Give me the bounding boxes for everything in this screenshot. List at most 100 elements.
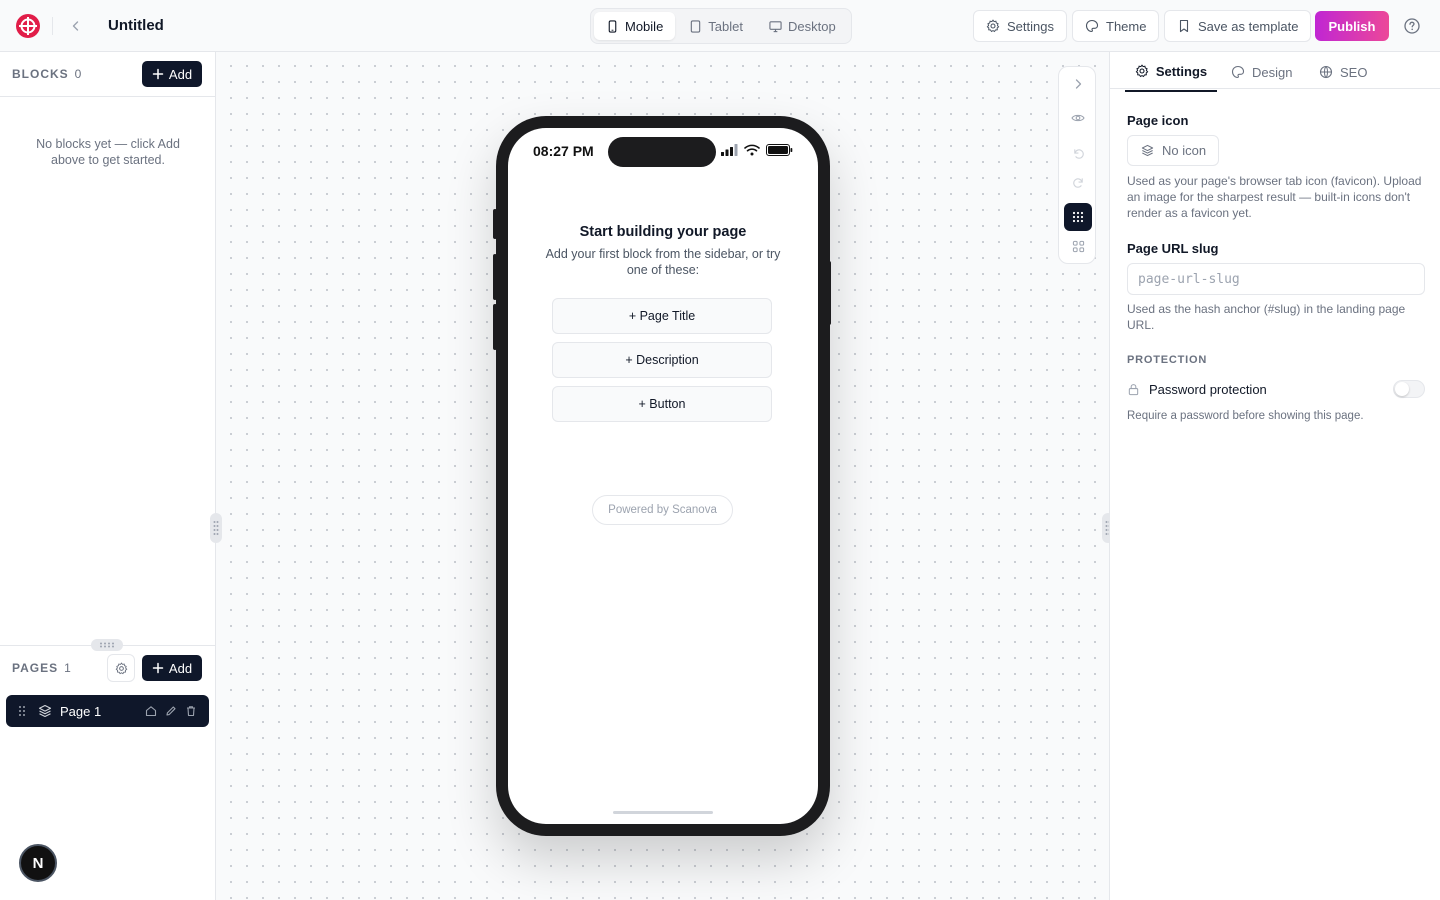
settings-button[interactable]: Settings <box>973 10 1067 42</box>
battery-icon <box>766 144 793 156</box>
dynamic-island <box>608 137 716 167</box>
blocks-header: BLOCKS 0 <box>12 67 81 81</box>
gear-icon <box>986 19 1000 33</box>
undo-icon <box>1073 148 1084 159</box>
page-icon-value: No icon <box>1162 143 1207 158</box>
chevron-right-icon <box>1075 79 1082 89</box>
empty-blocks-message: No blocks yet — click Add above to get s… <box>36 137 180 167</box>
pencil-icon[interactable] <box>165 705 177 717</box>
left-panel-resize-handle[interactable] <box>210 513 222 543</box>
layers-icon <box>38 704 52 718</box>
device-tablet-button[interactable]: Tablet <box>677 12 755 40</box>
tab-seo-label: SEO <box>1340 64 1368 80</box>
grip-vertical-icon <box>213 521 219 535</box>
save-as-template-button[interactable]: Save as template <box>1164 10 1312 42</box>
drag-grip-icon[interactable] <box>18 705 26 717</box>
save-as-template-label: Save as template <box>1198 18 1299 34</box>
password-help: Require a password before showing this p… <box>1127 410 1364 422</box>
slug-input[interactable] <box>1127 263 1425 295</box>
add-block-button[interactable]: Add <box>142 61 202 87</box>
user-avatar[interactable]: N <box>19 844 57 882</box>
lock-icon <box>1127 383 1140 396</box>
device-mobile-label: Mobile <box>625 18 664 34</box>
home-icon[interactable] <box>145 705 157 717</box>
apps-icon <box>1072 240 1084 252</box>
undo-button[interactable] <box>1064 139 1092 167</box>
slug-label: Page URL slug <box>1127 241 1219 256</box>
tab-seo[interactable]: SEO <box>1319 52 1367 92</box>
chevron-left-icon <box>72 21 79 31</box>
back-button[interactable] <box>66 16 86 36</box>
palette-icon <box>1085 19 1099 33</box>
right-panel: Settings Design SEO Page icon No icon Us… <box>1109 52 1440 900</box>
empty-page-subtext: Add your first block from the sidebar, o… <box>545 247 781 277</box>
powered-by-badge[interactable]: Powered by Scanova <box>592 495 733 525</box>
monitor-icon <box>769 20 782 32</box>
status-time: 08:27 PM <box>533 143 594 159</box>
add-page-label: Add <box>168 660 193 676</box>
left-sidebar: BLOCKS 0 Add No blocks yet — click Add ab… <box>0 52 216 900</box>
page-icon-help: Used as your page's browser tab icon (fa… <box>1127 174 1422 220</box>
components-button[interactable] <box>1064 232 1092 260</box>
add-page-title-button[interactable]: + Page Title <box>552 298 772 334</box>
pages-settings-button[interactable] <box>107 654 135 682</box>
pages-heading: PAGES <box>12 661 59 675</box>
device-mobile-button[interactable]: Mobile <box>594 12 676 40</box>
palette-icon <box>1231 65 1245 79</box>
blocks-count: 0 <box>74 67 82 81</box>
phone-side-button <box>493 209 497 239</box>
page-icon-picker[interactable]: No icon <box>1127 135 1219 166</box>
tab-settings[interactable]: Settings <box>1125 52 1217 92</box>
grid-toggle-button[interactable] <box>1064 203 1092 231</box>
blocks-heading: BLOCKS <box>12 67 69 81</box>
preview-button[interactable] <box>1064 104 1092 132</box>
pages-count: 1 <box>64 661 71 675</box>
page-list-item[interactable]: Page 1 <box>6 695 209 727</box>
smartphone-icon <box>608 19 617 33</box>
tab-design[interactable]: Design <box>1231 52 1292 92</box>
home-indicator <box>613 811 713 814</box>
page-name: Page 1 <box>60 703 102 719</box>
add-page-button[interactable]: Add <box>142 655 202 681</box>
trash-icon[interactable] <box>185 705 197 717</box>
tablet-icon <box>691 19 701 33</box>
status-icons <box>721 144 793 156</box>
globe-icon <box>1319 65 1333 79</box>
phone-side-button <box>493 254 497 300</box>
password-protection-toggle[interactable] <box>1393 380 1425 398</box>
collapse-toolbar-button[interactable] <box>1064 70 1092 98</box>
signal-icon <box>721 144 738 156</box>
add-description-button[interactable]: + Description <box>552 342 772 378</box>
theme-button[interactable]: Theme <box>1072 10 1160 42</box>
grid-dots-icon <box>1072 211 1084 223</box>
gear-icon <box>115 661 127 674</box>
device-tablet-label: Tablet <box>708 18 743 34</box>
password-protection-row: Password protection <box>1127 379 1425 399</box>
help-button[interactable] <box>1403 17 1421 35</box>
redo-button[interactable] <box>1064 168 1092 196</box>
canvas-toolbar <box>1058 66 1096 264</box>
device-desktop-button[interactable]: Desktop <box>757 12 848 40</box>
tab-settings-label: Settings <box>1155 63 1208 79</box>
phone-mockup: 08:27 PM Start building your page Add yo… <box>493 116 831 836</box>
device-desktop-label: Desktop <box>788 18 836 34</box>
panel-resize-handle[interactable] <box>91 639 123 651</box>
page-title[interactable]: Untitled <box>108 17 164 34</box>
grip-horizontal-icon <box>100 642 114 648</box>
add-button-button[interactable]: + Button <box>552 386 772 422</box>
tab-design-label: Design <box>1252 64 1293 80</box>
eye-icon <box>1071 114 1085 122</box>
device-switcher: Mobile Tablet Desktop <box>590 8 852 44</box>
wifi-icon <box>744 144 760 156</box>
redo-icon <box>1072 177 1083 188</box>
phone-screen: 08:27 PM Start building your page Add yo… <box>508 128 818 824</box>
publish-button[interactable]: Publish <box>1315 11 1389 41</box>
top-bar: Untitled Mobile Tablet Desktop Settings … <box>0 0 1440 52</box>
help-circle-icon <box>1404 18 1420 34</box>
layers-icon <box>1141 144 1154 157</box>
pages-header: PAGES 1 <box>12 661 71 675</box>
gear-icon <box>1135 64 1149 78</box>
app-logo[interactable] <box>16 14 40 38</box>
phone-side-button <box>827 261 831 325</box>
empty-page-heading: Start building your page <box>579 224 747 240</box>
